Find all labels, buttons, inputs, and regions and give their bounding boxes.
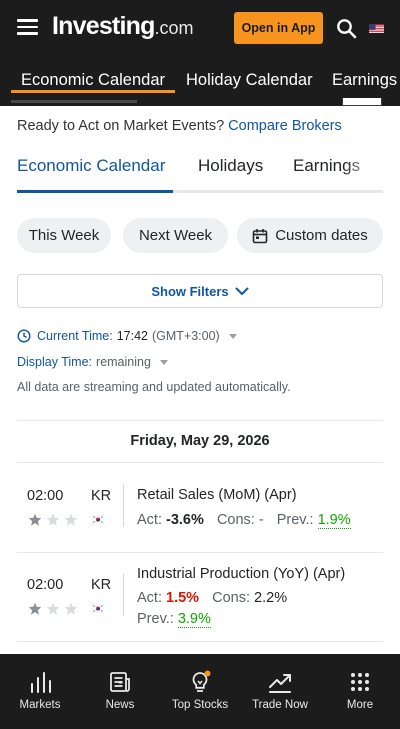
previous-label: Prev.: bbox=[276, 512, 314, 528]
bottom-navigation: Markets News Top Stocks Trade Now More bbox=[0, 654, 400, 729]
star-empty-icon bbox=[46, 602, 60, 615]
top-tab-holiday-calendar[interactable]: Holiday Calendar bbox=[186, 71, 313, 90]
dropdown-edge bbox=[342, 98, 382, 106]
nav-top-stocks[interactable]: Top Stocks bbox=[160, 654, 240, 729]
event-time: 02:00 bbox=[27, 488, 64, 504]
actual-value: -3.6% bbox=[166, 512, 204, 528]
chevron-down-icon bbox=[235, 287, 249, 295]
current-time-label: Current Time: bbox=[37, 329, 113, 343]
current-time-row[interactable]: Current Time: 17:42 (GMT+3:00) bbox=[17, 329, 237, 343]
event-row[interactable]: 02:00 KR Retail Sales (MoM) (Apr) Act: -… bbox=[17, 466, 383, 554]
next-week-button[interactable]: Next Week bbox=[123, 218, 228, 253]
display-time-row[interactable]: Display Time: remaining bbox=[17, 355, 168, 369]
actual-label: Act: bbox=[137, 590, 162, 606]
display-time-value: remaining bbox=[96, 355, 151, 369]
divider bbox=[17, 462, 383, 463]
active-subtab-underline bbox=[17, 190, 173, 193]
clock-icon bbox=[17, 329, 31, 343]
lightbulb-icon bbox=[192, 670, 211, 692]
this-week-button[interactable]: This Week bbox=[17, 218, 111, 253]
star-empty-icon bbox=[46, 513, 60, 526]
event-values: Act: 1.5% Cons: 2.2% bbox=[137, 590, 287, 606]
consensus-label: Cons: bbox=[212, 590, 250, 606]
open-in-app-button[interactable]: Open in App bbox=[234, 12, 323, 44]
event-time: 02:00 bbox=[27, 577, 64, 593]
show-filters-button[interactable]: Show Filters bbox=[17, 274, 383, 308]
calendar-sub-tabs: Economic Calendar Holidays Earnings bbox=[17, 150, 383, 193]
nav-top-stocks-label: Top Stocks bbox=[171, 699, 229, 711]
tabs-scroll-indicator bbox=[11, 100, 137, 103]
logo-main-text: Investing bbox=[52, 12, 155, 40]
importance-stars bbox=[28, 602, 78, 615]
display-time-label: Display Time: bbox=[17, 355, 93, 369]
actual-value: 1.5% bbox=[166, 590, 200, 606]
top-nav-tabs: Economic Calendar Holiday Calendar Earni… bbox=[0, 58, 400, 106]
promo-line: Ready to Act on Market Events? Compare B… bbox=[17, 118, 342, 134]
consensus-value: - bbox=[258, 512, 264, 528]
event-divider bbox=[123, 484, 124, 527]
event-country-code: KR bbox=[91, 488, 112, 504]
search-icon[interactable] bbox=[336, 18, 358, 40]
star-filled-icon bbox=[28, 602, 42, 615]
divider bbox=[17, 420, 383, 421]
previous-label: Prev.: bbox=[137, 611, 174, 627]
nav-trade-now-label: Trade Now bbox=[252, 699, 308, 711]
consensus-value: 2.2% bbox=[254, 590, 288, 606]
nav-more-label: More bbox=[346, 699, 374, 711]
hamburger-menu-icon[interactable] bbox=[17, 19, 38, 35]
event-country-code: KR bbox=[91, 577, 112, 593]
event-divider bbox=[123, 573, 124, 616]
star-filled-icon bbox=[28, 513, 42, 526]
star-empty-icon bbox=[64, 513, 78, 526]
news-icon bbox=[110, 672, 130, 692]
top-header: Investing.com Open in App bbox=[0, 0, 400, 58]
grid-dots-icon bbox=[351, 673, 369, 691]
custom-dates-label: Custom dates bbox=[275, 227, 368, 244]
nav-more[interactable]: More bbox=[320, 654, 400, 729]
nav-news-label: News bbox=[105, 699, 135, 711]
south-korea-flag-icon bbox=[92, 604, 104, 613]
actual-label: Act: bbox=[137, 512, 162, 528]
calendar-icon bbox=[252, 228, 268, 243]
event-name[interactable]: Industrial Production (YoY) (Apr) bbox=[137, 566, 345, 582]
event-name[interactable]: Retail Sales (MoM) (Apr) bbox=[137, 487, 297, 503]
us-flag-icon[interactable] bbox=[369, 22, 384, 33]
streaming-note: All data are streaming and updated autom… bbox=[17, 380, 291, 394]
nav-trade-now[interactable]: Trade Now bbox=[240, 654, 320, 729]
current-time-value: 17:42 bbox=[116, 329, 148, 343]
logo-suffix-text: .com bbox=[154, 18, 194, 38]
previous-value[interactable]: 3.9% bbox=[177, 611, 211, 628]
event-previous: Prev.: 3.9% bbox=[137, 611, 211, 628]
nav-news[interactable]: News bbox=[80, 654, 160, 729]
top-tab-economic-calendar[interactable]: Economic Calendar bbox=[21, 71, 165, 90]
timezone-caret-icon[interactable] bbox=[228, 333, 237, 339]
compare-brokers-link[interactable]: Compare Brokers bbox=[228, 118, 342, 134]
south-korea-flag-icon bbox=[92, 515, 104, 524]
markets-bar-chart-icon bbox=[31, 672, 51, 693]
show-filters-label: Show Filters bbox=[151, 283, 229, 299]
custom-dates-button[interactable]: Custom dates bbox=[237, 218, 383, 253]
nav-markets[interactable]: Markets bbox=[0, 654, 80, 729]
divider bbox=[17, 641, 383, 642]
date-heading: Friday, May 29, 2026 bbox=[130, 433, 270, 449]
event-values: Act: -3.6% Cons: - Prev.: 1.9% bbox=[137, 512, 351, 529]
active-tab-underline bbox=[11, 90, 175, 93]
subtab-holidays[interactable]: Holidays bbox=[198, 156, 263, 176]
timezone-value: (GMT+3:00) bbox=[152, 329, 220, 343]
trend-up-icon bbox=[269, 674, 291, 693]
event-row[interactable]: 02:00 KR Industrial Production (YoY) (Ap… bbox=[17, 555, 383, 650]
subtab-economic-calendar[interactable]: Economic Calendar bbox=[17, 156, 165, 176]
previous-value[interactable]: 1.9% bbox=[317, 512, 351, 529]
consensus-label: Cons: bbox=[216, 512, 255, 528]
importance-stars bbox=[28, 513, 78, 526]
investing-logo[interactable]: Investing.com bbox=[52, 12, 194, 44]
star-empty-icon bbox=[64, 602, 78, 615]
divider bbox=[17, 552, 383, 553]
promo-text: Ready to Act on Market Events? bbox=[17, 118, 225, 134]
tabs-fade-overlay bbox=[343, 150, 383, 190]
top-tab-earnings[interactable]: Earnings bbox=[332, 71, 397, 90]
display-time-caret-icon[interactable] bbox=[159, 359, 168, 365]
nav-markets-label: Markets bbox=[19, 699, 61, 711]
